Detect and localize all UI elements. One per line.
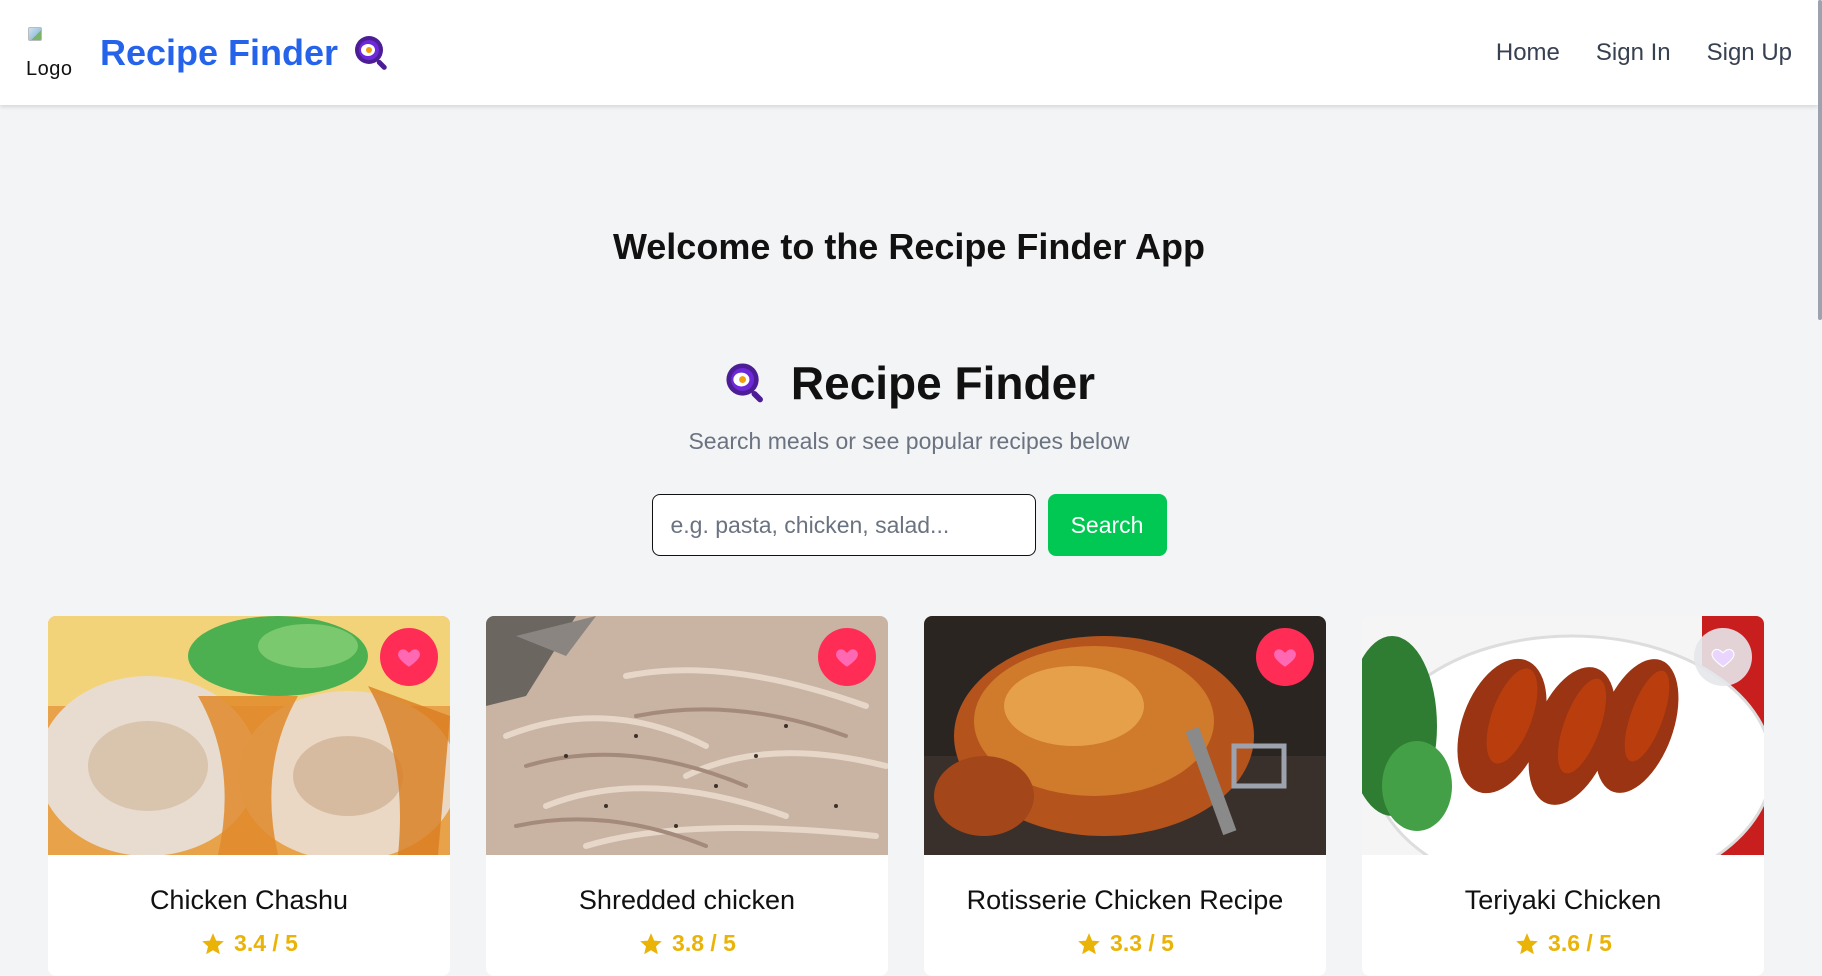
rating-value: 3.3 / 5 <box>1110 930 1174 956</box>
search-input[interactable] <box>651 494 1036 556</box>
recipe-image[interactable] <box>1362 616 1764 855</box>
star-icon <box>1078 932 1100 954</box>
recipe-card[interactable]: Shredded chicken 3.8 / 5 <box>486 616 888 976</box>
rating-value: 3.8 / 5 <box>672 930 736 956</box>
heart-icon <box>398 649 420 667</box>
welcome-heading: Welcome to the Recipe Finder App <box>612 226 1206 267</box>
rating-value: 3.4 / 5 <box>234 930 298 956</box>
recipe-rating: 3.6 / 5 <box>1362 930 1764 957</box>
recipe-rating: 3.8 / 5 <box>486 930 888 957</box>
favorite-button[interactable] <box>380 628 438 686</box>
recipe-title[interactable]: Teriyaki Chicken <box>1362 885 1764 916</box>
recipe-title[interactable]: Rotisserie Chicken Recipe <box>924 885 1326 916</box>
star-icon <box>1516 932 1538 954</box>
recipe-image[interactable] <box>48 616 450 855</box>
hero-title-row: Recipe Finder <box>0 356 1818 410</box>
recipe-card[interactable]: Rotisserie Chicken Recipe 3.3 / 5 <box>924 616 1326 976</box>
hero-title: Recipe Finder <box>790 357 1096 409</box>
logo-image[interactable]: Logo <box>26 25 82 81</box>
recipe-image[interactable] <box>924 616 1326 855</box>
rating-value: 3.6 / 5 <box>1548 930 1612 956</box>
heart-icon <box>1711 648 1735 668</box>
recipe-rating: 3.3 / 5 <box>924 930 1326 957</box>
broken-image-icon <box>28 26 42 41</box>
nav-sign-up-link[interactable]: Sign Up <box>1707 39 1792 67</box>
brand-title[interactable]: Recipe Finder <box>100 32 338 74</box>
recipe-card[interactable]: Teriyaki Chicken 3.6 / 5 <box>1362 616 1764 976</box>
page-scrollbar[interactable] <box>1818 0 1822 320</box>
search-row: Search <box>0 494 1818 556</box>
navbar: Logo Recipe Finder Home Sign In Sign Up <box>0 0 1818 105</box>
nav-home-link[interactable]: Home <box>1496 39 1560 67</box>
hero-subtitle: Search meals or see popular recipes belo… <box>688 428 1130 454</box>
recipe-card[interactable]: Chicken Chashu 3.4 / 5 <box>48 616 450 976</box>
heart-icon <box>836 649 858 667</box>
star-icon <box>640 932 662 954</box>
nav-sign-in-link[interactable]: Sign In <box>1596 39 1671 67</box>
recipe-title[interactable]: Chicken Chashu <box>48 885 450 916</box>
favorite-button[interactable] <box>1256 628 1314 686</box>
favorite-button[interactable] <box>818 628 876 686</box>
star-icon <box>202 932 224 954</box>
logo-alt-text: Logo <box>26 57 73 80</box>
heart-icon <box>1274 649 1296 667</box>
frying-pan-egg-icon <box>726 363 763 403</box>
recipe-image[interactable] <box>486 616 888 855</box>
frying-pan-egg-icon <box>355 35 387 70</box>
recipe-rating: 3.4 / 5 <box>48 930 450 957</box>
favorite-button[interactable] <box>1694 628 1752 686</box>
recipe-title[interactable]: Shredded chicken <box>486 885 888 916</box>
recipe-grid: Chicken Chashu 3.4 / 5 Shredded chicken … <box>48 616 1764 976</box>
search-button[interactable]: Search <box>1047 494 1167 556</box>
